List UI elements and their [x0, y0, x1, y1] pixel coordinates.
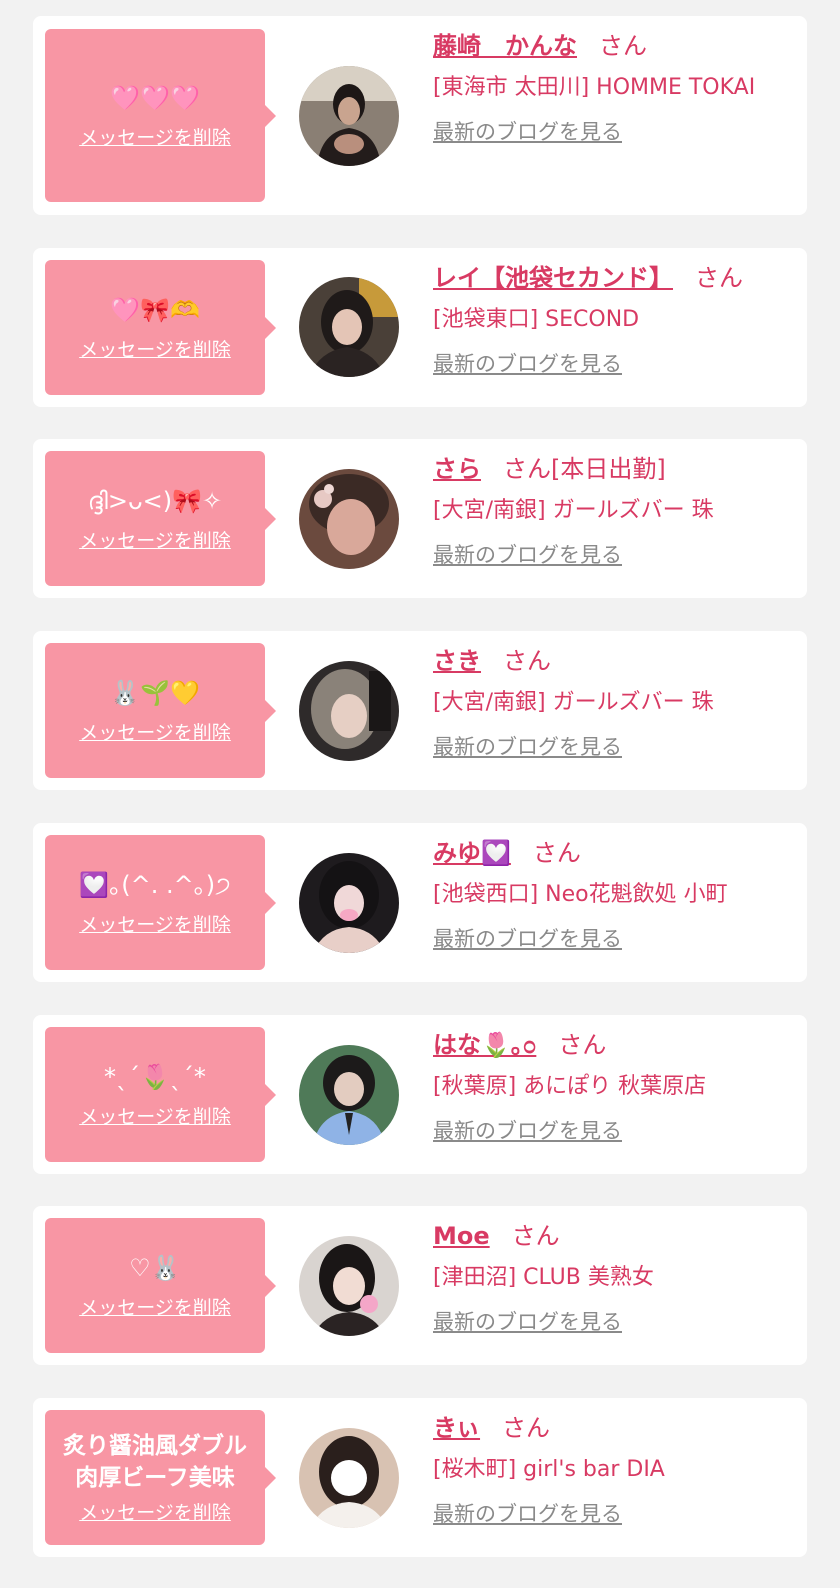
- latest-blog-link[interactable]: 最新のブログを見る: [433, 923, 622, 953]
- message-text: ദ്ദി>ᴗ<)🎀✧: [87, 487, 223, 515]
- name-line: みゆ💟 さん: [433, 835, 793, 871]
- avatar[interactable]: [299, 1236, 399, 1336]
- name-line: Moe さん: [433, 1218, 793, 1254]
- profile-info: きぃ さん [桜木町] girl's bar DIA 最新のブログを見る: [433, 1410, 793, 1528]
- favorite-card: 炙り醤油風ダブル肉厚ビーフ美味 メッセージを削除 きぃ さん [桜木町] girl…: [33, 1398, 807, 1557]
- favorite-card: 🩷🎀🫶 メッセージを削除 レイ【池袋セカンド】 さん [池袋東口] SECOND …: [33, 248, 807, 407]
- shop-name: [大宮/南銀] ガールズバー 珠: [433, 690, 714, 715]
- delete-message-link[interactable]: メッセージを削除: [79, 1293, 231, 1320]
- delete-message-link[interactable]: メッセージを削除: [79, 910, 231, 937]
- avatar-photo: [299, 469, 399, 569]
- profile-name-link[interactable]: はな🌷｡೦: [433, 1031, 536, 1059]
- profile-name-link[interactable]: みゆ💟: [433, 839, 511, 867]
- message-bubble: *ˎˊ🌷ˎˊ* メッセージを削除: [45, 1027, 276, 1162]
- favorite-card: 💟｡(^. .^｡)੭ メッセージを削除 みゆ💟 さん [池袋西口] Neo花魁飲…: [33, 823, 807, 982]
- message-text: 🐰🌱💛: [110, 679, 200, 707]
- favorites-list: 🩷🩷🩷 メッセージを削除 藤崎 かんな さん [東海市 太田川] HOMME TO…: [0, 0, 840, 1588]
- shop-name: [池袋西口] Neo花魁飲処 小町: [433, 882, 728, 907]
- name-suffix: さん[本日出勤]: [503, 455, 666, 483]
- favorite-card: ദ്ദി>ᴗ<)🎀✧ メッセージを削除 さら さん[本日出勤] [大宮/南銀] ガ…: [33, 439, 807, 598]
- avatar-photo: [299, 1428, 399, 1528]
- name-suffix: さん: [502, 1414, 551, 1442]
- avatar[interactable]: [299, 277, 399, 377]
- avatar[interactable]: [299, 1045, 399, 1145]
- profile-name-link[interactable]: Moe: [433, 1222, 490, 1250]
- message-bubble: 炙り醤油風ダブル肉厚ビーフ美味 メッセージを削除: [45, 1410, 276, 1545]
- message-bubble: ദ്ദി>ᴗ<)🎀✧ メッセージを削除: [45, 451, 276, 586]
- profile-info: レイ【池袋セカンド】 さん [池袋東口] SECOND 最新のブログを見る: [433, 260, 793, 378]
- shop-name: [桜木町] girl's bar DIA: [433, 1457, 665, 1482]
- message-bubble: 🩷🎀🫶 メッセージを削除: [45, 260, 276, 395]
- latest-blog-link[interactable]: 最新のブログを見る: [433, 1115, 622, 1145]
- name-line: さき さん: [433, 643, 793, 679]
- favorite-card: *ˎˊ🌷ˎˊ* メッセージを削除 はな🌷｡೦ さん [秋葉原] あにぽり 秋葉原店…: [33, 1015, 807, 1174]
- name-line: はな🌷｡೦ さん: [433, 1027, 793, 1063]
- name-suffix: さん: [695, 264, 743, 292]
- avatar[interactable]: [299, 661, 399, 761]
- avatar[interactable]: [299, 66, 399, 166]
- profile-name-link[interactable]: さら: [433, 455, 481, 483]
- avatar[interactable]: [299, 1428, 399, 1528]
- name-line: さら さん[本日出勤]: [433, 451, 793, 487]
- favorite-card: 🐰🌱💛 メッセージを削除 さき さん [大宮/南銀] ガールズバー 珠 最新のブロ…: [33, 631, 807, 790]
- name-suffix: さん: [532, 839, 581, 867]
- message-bubble: 🐰🌱💛 メッセージを削除: [45, 643, 276, 778]
- name-line: レイ【池袋セカンド】 さん: [433, 260, 793, 296]
- message-bubble: ♡🐰 メッセージを削除: [45, 1218, 276, 1353]
- delete-message-link[interactable]: メッセージを削除: [79, 335, 231, 362]
- profile-info: みゆ💟 さん [池袋西口] Neo花魁飲処 小町 最新のブログを見る: [433, 835, 793, 953]
- latest-blog-link[interactable]: 最新のブログを見る: [433, 731, 622, 761]
- shop-name: [秋葉原] あにぽり 秋葉原店: [433, 1074, 707, 1099]
- message-bubble: 🩷🩷🩷 メッセージを削除: [45, 29, 276, 202]
- delete-message-link[interactable]: メッセージを削除: [79, 123, 231, 150]
- favorite-card: 🩷🩷🩷 メッセージを削除 藤崎 かんな さん [東海市 太田川] HOMME TO…: [33, 16, 807, 215]
- avatar[interactable]: [299, 853, 399, 953]
- delete-message-link[interactable]: メッセージを削除: [79, 1102, 231, 1129]
- latest-blog-link[interactable]: 最新のブログを見る: [433, 348, 622, 378]
- profile-name-link[interactable]: レイ【池袋セカンド】: [433, 264, 673, 292]
- name-suffix: さん: [558, 1031, 607, 1059]
- profile-info: さら さん[本日出勤] [大宮/南銀] ガールズバー 珠 最新のブログを見る: [433, 451, 793, 569]
- avatar-photo: [299, 277, 399, 377]
- profile-name-link[interactable]: 藤崎 かんな: [433, 32, 577, 60]
- profile-info: さき さん [大宮/南銀] ガールズバー 珠 最新のブログを見る: [433, 643, 793, 761]
- profile-name-link[interactable]: さき: [433, 647, 481, 675]
- latest-blog-link[interactable]: 最新のブログを見る: [433, 1498, 622, 1528]
- avatar[interactable]: [299, 469, 399, 569]
- shop-name: [東海市 太田川] HOMME TOKAI: [433, 75, 756, 100]
- name-suffix: さん: [511, 1222, 560, 1250]
- message-text: 🩷🎀🫶: [110, 296, 200, 324]
- profile-name-link[interactable]: きぃ: [433, 1414, 480, 1442]
- message-bubble: 💟｡(^. .^｡)੭ メッセージを削除: [45, 835, 276, 970]
- name-suffix: さん: [599, 32, 647, 60]
- shop-name: [大宮/南銀] ガールズバー 珠: [433, 498, 714, 523]
- avatar-photo: [299, 1045, 399, 1145]
- shop-name: [津田沼] CLUB 美熟女: [433, 1265, 654, 1290]
- profile-info: Moe さん [津田沼] CLUB 美熟女 最新のブログを見る: [433, 1218, 793, 1336]
- delete-message-link[interactable]: メッセージを削除: [79, 526, 231, 553]
- shop-name: [池袋東口] SECOND: [433, 307, 640, 332]
- profile-info: はな🌷｡೦ さん [秋葉原] あにぽり 秋葉原店 最新のブログを見る: [433, 1027, 793, 1145]
- avatar-photo: [299, 853, 399, 953]
- name-line: きぃ さん: [433, 1410, 793, 1446]
- favorite-card: ♡🐰 メッセージを削除 Moe さん [津田沼] CLUB 美熟女 最新のブログを…: [33, 1206, 807, 1365]
- latest-blog-link[interactable]: 最新のブログを見る: [433, 116, 622, 146]
- avatar-photo: [299, 66, 399, 166]
- avatar-photo: [299, 661, 399, 761]
- message-text: *ˎˊ🌷ˎˊ*: [104, 1063, 206, 1091]
- profile-info: 藤崎 かんな さん [東海市 太田川] HOMME TOKAI 最新のブログを見る: [433, 28, 793, 146]
- message-text: 炙り醤油風ダブル肉厚ビーフ美味: [63, 1433, 247, 1491]
- name-suffix: さん: [503, 647, 551, 675]
- latest-blog-link[interactable]: 最新のブログを見る: [433, 539, 622, 569]
- delete-message-link[interactable]: メッセージを削除: [79, 718, 231, 745]
- name-line: 藤崎 かんな さん: [433, 28, 793, 64]
- latest-blog-link[interactable]: 最新のブログを見る: [433, 1306, 622, 1336]
- message-text: ♡🐰: [129, 1254, 181, 1282]
- delete-message-link[interactable]: メッセージを削除: [79, 1498, 231, 1525]
- message-text: 💟｡(^. .^｡)੭: [79, 871, 231, 899]
- avatar-photo: [299, 1236, 399, 1336]
- message-text: 🩷🩷🩷: [110, 84, 200, 112]
